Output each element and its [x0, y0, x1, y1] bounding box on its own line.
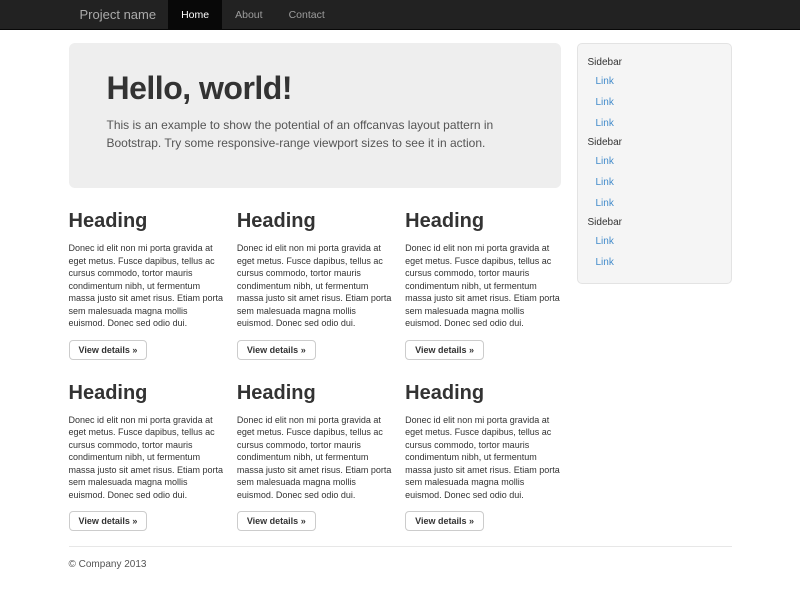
- card-5: Heading Donec id elit non mi porta gravi…: [237, 360, 397, 532]
- content-row: Hello, world! This is an example to show…: [69, 43, 732, 531]
- page-container: Hello, world! This is an example to show…: [69, 43, 732, 570]
- card-1: Heading Donec id elit non mi porta gravi…: [69, 188, 229, 360]
- main-content: Hello, world! This is an example to show…: [69, 43, 566, 531]
- card-body-text: Donec id elit non mi porta gravida at eg…: [69, 242, 229, 330]
- sidebar-link[interactable]: Link: [588, 113, 721, 134]
- card-heading: Heading: [69, 382, 229, 405]
- nav-item-home[interactable]: Home: [168, 0, 222, 30]
- card-heading: Heading: [405, 382, 565, 405]
- sidebar: Sidebar Link Link Link Sidebar Link Link…: [577, 43, 732, 284]
- sidebar-group-title: Sidebar: [588, 136, 721, 149]
- sidebar-group-title: Sidebar: [588, 216, 721, 229]
- card-heading: Heading: [237, 210, 397, 233]
- card-body-text: Donec id elit non mi porta gravida at eg…: [405, 242, 565, 330]
- sidebar-link[interactable]: Link: [588, 92, 721, 113]
- navbar-container: Project name Home About Contact: [69, 0, 732, 30]
- jumbotron: Hello, world! This is an example to show…: [69, 43, 561, 188]
- nav-item-contact[interactable]: Contact: [276, 0, 338, 30]
- card-heading: Heading: [237, 382, 397, 405]
- footer: © Company 2013: [69, 546, 732, 570]
- view-details-button[interactable]: View details »: [237, 340, 316, 360]
- card-body-text: Donec id elit non mi porta gravida at eg…: [405, 414, 565, 502]
- card-heading: Heading: [69, 210, 229, 233]
- sidebar-link[interactable]: Link: [588, 172, 721, 193]
- sidebar-link[interactable]: Link: [588, 252, 721, 273]
- card-heading: Heading: [405, 210, 565, 233]
- sidebar-link[interactable]: Link: [588, 71, 721, 92]
- card-body-text: Donec id elit non mi porta gravida at eg…: [237, 242, 397, 330]
- cards-row-1: Heading Donec id elit non mi porta gravi…: [69, 188, 566, 360]
- nav-item-about[interactable]: About: [222, 0, 275, 30]
- view-details-button[interactable]: View details »: [69, 340, 148, 360]
- cards-row-2: Heading Donec id elit non mi porta gravi…: [69, 360, 566, 532]
- sidebar-link[interactable]: Link: [588, 193, 721, 214]
- card-body-text: Donec id elit non mi porta gravida at eg…: [237, 414, 397, 502]
- page-title: Hello, world!: [107, 70, 523, 107]
- view-details-button[interactable]: View details »: [237, 511, 316, 531]
- view-details-button[interactable]: View details »: [69, 511, 148, 531]
- card-4: Heading Donec id elit non mi porta gravi…: [69, 360, 229, 532]
- card-3: Heading Donec id elit non mi porta gravi…: [405, 188, 565, 360]
- sidebar-group-title: Sidebar: [588, 56, 721, 69]
- copyright-text: © Company 2013: [69, 559, 732, 570]
- top-navbar: Project name Home About Contact: [0, 0, 800, 30]
- brand-link[interactable]: Project name: [69, 0, 167, 30]
- card-body-text: Donec id elit non mi porta gravida at eg…: [69, 414, 229, 502]
- card-6: Heading Donec id elit non mi porta gravi…: [405, 360, 565, 532]
- sidebar-link[interactable]: Link: [588, 151, 721, 172]
- view-details-button[interactable]: View details »: [405, 511, 484, 531]
- jumbotron-text: This is an example to show the potential…: [107, 116, 507, 152]
- view-details-button[interactable]: View details »: [405, 340, 484, 360]
- sidebar-link[interactable]: Link: [588, 231, 721, 252]
- card-2: Heading Donec id elit non mi porta gravi…: [237, 188, 397, 360]
